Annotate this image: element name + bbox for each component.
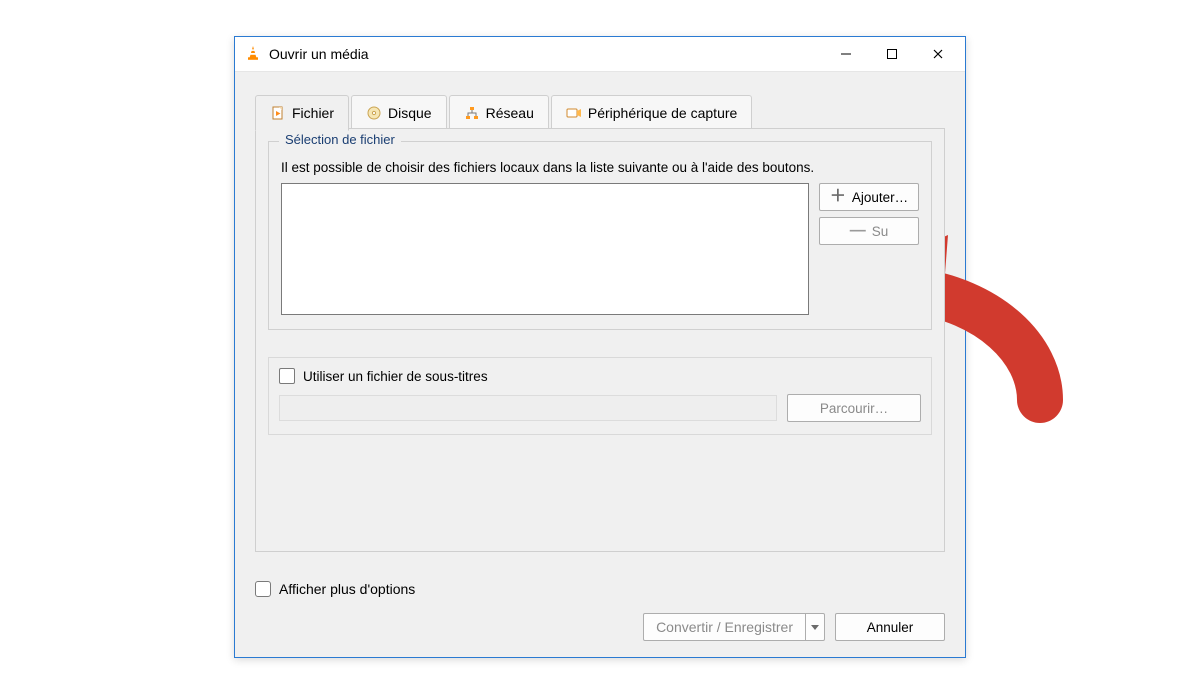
add-file-label: Ajouter…: [852, 190, 908, 205]
disc-icon: [366, 105, 382, 121]
network-icon: [464, 105, 480, 121]
titlebar: Ouvrir un média: [235, 37, 965, 72]
chevron-down-icon: [811, 623, 819, 631]
maximize-button[interactable]: [869, 39, 915, 69]
tab-capture-label: Périphérique de capture: [588, 105, 737, 121]
add-file-button[interactable]: ＋ Ajouter…: [819, 183, 919, 211]
file-list[interactable]: [281, 183, 809, 315]
tab-disc-label: Disque: [388, 105, 432, 121]
cancel-button[interactable]: Annuler: [835, 613, 945, 641]
more-options-checkbox[interactable]: [255, 581, 271, 597]
footer: Afficher plus d'options Convertir / Enre…: [255, 581, 945, 641]
convert-button-label: Convertir / Enregistrer: [643, 613, 806, 641]
tab-file-label: Fichier: [292, 105, 334, 121]
remove-file-button[interactable]: — Su: [819, 217, 919, 245]
client-area: Fichier Disque Réseau: [235, 72, 965, 657]
browse-subtitle-button[interactable]: Parcourir…: [787, 394, 921, 422]
tab-network-label: Réseau: [486, 105, 534, 121]
remove-file-label: Su: [872, 224, 889, 239]
file-icon: [270, 105, 286, 121]
close-button[interactable]: [915, 39, 961, 69]
window-controls: [823, 39, 961, 69]
convert-split-button[interactable]: Convertir / Enregistrer: [643, 613, 825, 641]
cancel-button-label: Annuler: [867, 620, 914, 635]
tab-capture[interactable]: Périphérique de capture: [551, 95, 752, 130]
file-selection-help: Il est possible de choisir des fichiers …: [281, 160, 919, 175]
minimize-button[interactable]: [823, 39, 869, 69]
file-selection-legend: Sélection de fichier: [279, 132, 401, 147]
tab-network[interactable]: Réseau: [449, 95, 549, 130]
vlc-cone-icon: [245, 45, 261, 64]
capture-icon: [566, 105, 582, 121]
more-options-label: Afficher plus d'options: [279, 581, 415, 597]
tab-file[interactable]: Fichier: [255, 95, 349, 131]
subtitles-group: Utiliser un fichier de sous-titres Parco…: [268, 357, 932, 435]
browse-subtitle-label: Parcourir…: [820, 401, 888, 416]
file-selection-group: Sélection de fichier Il est possible de …: [268, 141, 932, 330]
tabs: Fichier Disque Réseau: [255, 94, 945, 128]
tab-disc[interactable]: Disque: [351, 95, 447, 130]
use-subtitle-checkbox[interactable]: [279, 368, 295, 384]
use-subtitle-label: Utiliser un fichier de sous-titres: [303, 369, 488, 384]
open-media-window: Ouvrir un média Fichier: [234, 36, 966, 658]
tab-body-file: Sélection de fichier Il est possible de …: [255, 128, 945, 552]
convert-dropdown[interactable]: [806, 613, 825, 641]
subtitle-path-input[interactable]: [279, 395, 777, 421]
window-title: Ouvrir un média: [269, 46, 369, 62]
